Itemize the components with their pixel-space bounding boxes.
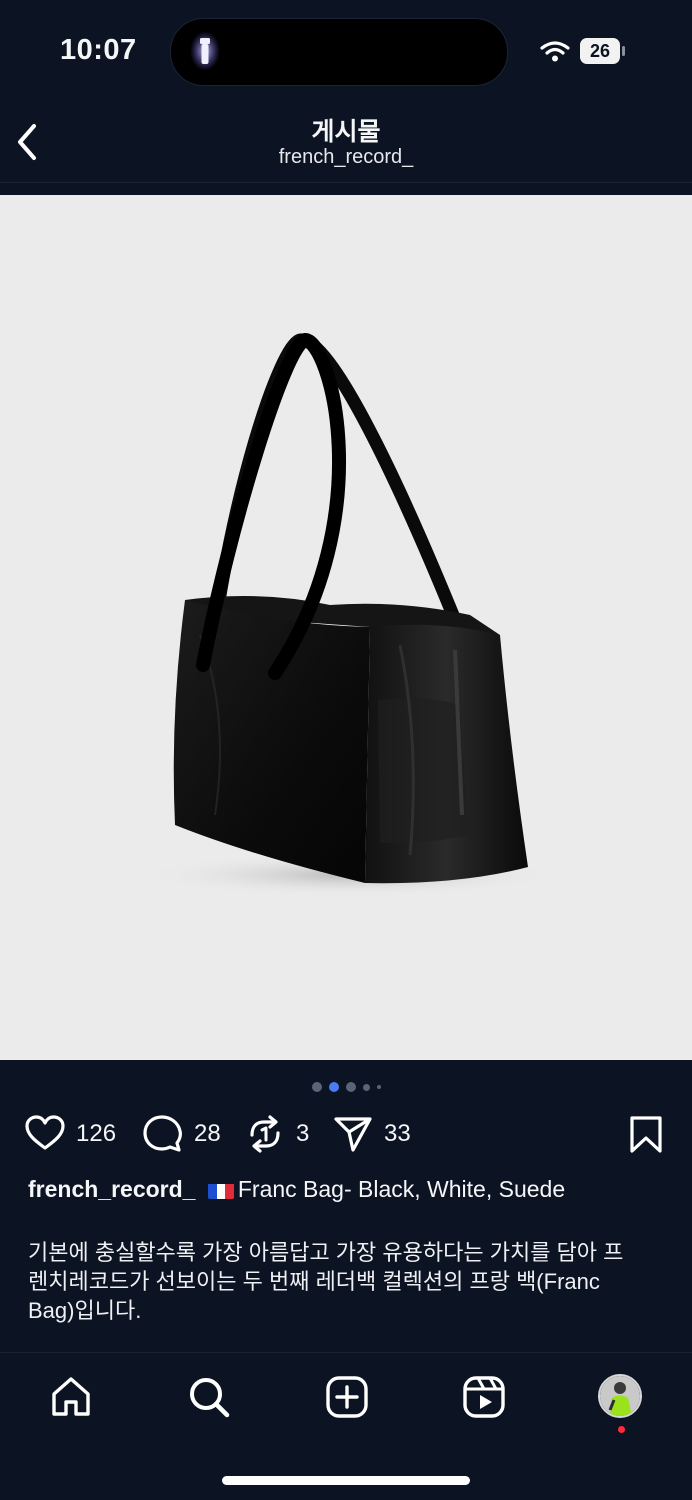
flashlight-icon: [190, 31, 220, 71]
wifi-icon: [540, 41, 570, 62]
home-icon[interactable]: [48, 1374, 94, 1420]
post-image[interactable]: [0, 195, 692, 1060]
caption-line: Bag)입니다.: [28, 1298, 142, 1323]
repost-count: 3: [296, 1120, 310, 1147]
reels-icon[interactable]: [461, 1374, 507, 1420]
repost-button[interactable]: 3: [244, 1114, 309, 1154]
page-title: 게시물: [311, 118, 381, 146]
page-subtitle[interactable]: french_record_: [0, 146, 692, 169]
status-time: 10:07: [60, 34, 137, 66]
share-button[interactable]: 33: [332, 1114, 411, 1154]
carousel-indicator: [0, 1080, 692, 1094]
caption-headline: french_record_ Franc Bag- Black, White, …: [28, 1176, 668, 1203]
repost-icon: [250, 1115, 280, 1153]
search-icon[interactable]: [186, 1374, 232, 1420]
header-divider: [0, 182, 692, 183]
carousel-dot: [362, 1083, 370, 1091]
battery-level: 26: [589, 40, 611, 61]
bookmark-icon[interactable]: [626, 1114, 666, 1154]
tabbar-divider: [0, 1352, 692, 1353]
carousel-dot-active: [328, 1082, 339, 1092]
leather-bag-illustration: [140, 332, 560, 897]
notification-dot: [618, 1426, 625, 1433]
share-count: 33: [384, 1120, 411, 1147]
create-icon[interactable]: [324, 1374, 370, 1420]
comment-button[interactable]: 28: [142, 1114, 221, 1154]
avatar-image: [600, 1376, 640, 1416]
carousel-dot: [311, 1082, 322, 1092]
carousel-dot: [345, 1082, 356, 1092]
heart-icon: [25, 1115, 65, 1150]
dynamic-island: [170, 18, 508, 86]
profile-avatar[interactable]: [598, 1374, 642, 1418]
comment-count: 28: [194, 1120, 221, 1147]
carousel-dot: [376, 1085, 381, 1089]
send-icon: [334, 1117, 372, 1152]
france-flag-icon: [207, 1181, 234, 1199]
caption-line: 기본에 충실할수록 가장 아름답고 가장 유용하다는 가치를 담아 프: [28, 1240, 624, 1265]
caption-title: Franc Bag- Black, White, Suede: [237, 1176, 566, 1202]
comment-icon: [143, 1115, 182, 1152]
caption-username[interactable]: french_record_: [28, 1176, 195, 1202]
home-indicator: [222, 1476, 470, 1485]
caption-line: 렌치레코드가 선보이는 두 번째 레더백 컬렉션의 프랑 백(Franc: [28, 1269, 600, 1294]
caption-body: 기본에 충실할수록 가장 아름답고 가장 유용하다는 가치를 담아 프 렌치레코…: [28, 1238, 668, 1325]
like-count: 126: [76, 1120, 117, 1147]
like-button[interactable]: 126: [24, 1114, 116, 1154]
